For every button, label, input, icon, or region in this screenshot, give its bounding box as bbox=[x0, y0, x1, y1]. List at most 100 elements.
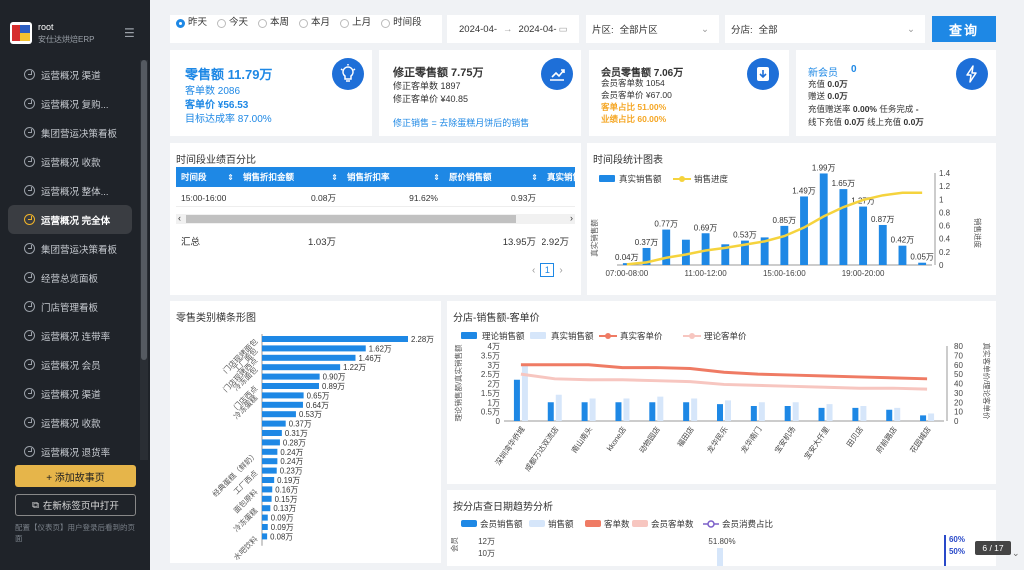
y-tick-left: 3万 bbox=[488, 361, 500, 370]
sidebar-item-label: 集团营运决策看板 bbox=[41, 128, 118, 140]
bar-theory-sales bbox=[852, 407, 859, 421]
period-radio-4[interactable]: 上月 bbox=[340, 17, 371, 29]
bar-theory-sales bbox=[750, 406, 757, 421]
region-label: 片区: bbox=[592, 25, 614, 36]
period-radio-3[interactable]: 本月 bbox=[299, 17, 330, 29]
app-logo bbox=[10, 22, 32, 44]
sidebar-item-12[interactable]: 运营概况 收款 bbox=[0, 408, 140, 437]
next-page-icon[interactable]: › bbox=[559, 265, 562, 276]
current-page[interactable]: 1 bbox=[540, 263, 555, 277]
add-story-button[interactable]: + 添加故事页 bbox=[15, 465, 136, 487]
sidebar-item-10[interactable]: 运营概况 会员 bbox=[0, 350, 140, 379]
sidebar-item-4[interactable]: 运营概况 整体... bbox=[0, 176, 140, 205]
hbar bbox=[262, 336, 408, 342]
sidebar-item-label: 运营概况 复购... bbox=[41, 99, 109, 111]
dashboard-icon bbox=[24, 185, 35, 196]
bar-real-sales bbox=[725, 400, 731, 421]
sidebar-item-2[interactable]: 集团营运决策看板 bbox=[0, 118, 140, 147]
date-from: 2024-04- bbox=[459, 23, 498, 35]
bar-value-label: 0.05万 bbox=[910, 253, 934, 262]
scroll-right-icon[interactable]: › bbox=[570, 213, 573, 223]
sidebar-scrollbar-thumb[interactable] bbox=[141, 60, 147, 360]
hbar bbox=[262, 477, 275, 483]
y-tick-left: 12万 bbox=[478, 537, 495, 546]
period-radio-5[interactable]: 时间段 bbox=[381, 17, 422, 29]
x-tick-label: 田贝店 bbox=[844, 424, 865, 449]
sidebar-item-9[interactable]: 运营概况 连带率 bbox=[0, 321, 140, 350]
hbar-value-label: 1.62万 bbox=[369, 344, 392, 353]
table-header-cell-4[interactable]: 真实销售 bbox=[542, 167, 575, 187]
kpi-gift-rate-label: 充值赠送率 bbox=[808, 104, 851, 114]
chevron-down-icon[interactable]: ⌄ bbox=[1012, 548, 1020, 559]
kpi-recharge-label: 充值 bbox=[808, 79, 826, 89]
table-header-cell-0[interactable]: 时间段 ⇕ bbox=[176, 167, 238, 187]
table-total-cell-2 bbox=[342, 233, 444, 249]
time-table-title: 时间段业绩百分比 bbox=[176, 155, 256, 166]
period-radio-1[interactable]: 今天 bbox=[217, 17, 248, 29]
y-tick-right: 0.4 bbox=[939, 235, 951, 244]
legend-theory-price-label: 理论客单价 bbox=[704, 331, 747, 341]
bar-value-label: 1.65万 bbox=[832, 179, 856, 188]
period-radio-2[interactable]: 本周 bbox=[258, 17, 289, 29]
hbar-value-label: 1.46万 bbox=[358, 354, 381, 363]
sidebar-item-11[interactable]: 运营概况 渠道 bbox=[0, 379, 140, 408]
sidebar-item-3[interactable]: 运营概况 收款 bbox=[0, 147, 140, 176]
hbar bbox=[262, 533, 268, 540]
sort-icon[interactable]: ⇕ bbox=[531, 173, 538, 182]
sidebar-item-0[interactable]: 运营概况 渠道 bbox=[0, 60, 140, 89]
y-tick-left: 0.5万 bbox=[481, 408, 500, 417]
trend-bar bbox=[717, 548, 723, 566]
scroll-left-icon[interactable]: ‹ bbox=[178, 213, 181, 223]
bar-theory-sales bbox=[615, 402, 622, 421]
x-tick-label: 府前路店 bbox=[873, 424, 899, 455]
category-hbar-svg: 2.28万门店现烤面包 1.62万工厂面包 1.46万门店现烤西点 1.22万冷冻面包… bbox=[210, 334, 434, 562]
y-axis-left-label: 理论销售额/真实销售额 bbox=[453, 344, 463, 422]
collapse-menu-icon[interactable]: ☰ bbox=[124, 26, 135, 40]
legend-label-4: 会员消费占比 bbox=[722, 519, 773, 529]
bulb-icon bbox=[332, 58, 364, 90]
sidebar-item-1[interactable]: 运营概况 复购... bbox=[0, 89, 140, 118]
table-scrollbar[interactable]: ‹ › bbox=[176, 213, 575, 224]
bar bbox=[681, 239, 690, 265]
table-header-cell-3[interactable]: 原价销售额 ⇕ bbox=[444, 167, 542, 187]
legend-label-3: 会员客单数 bbox=[651, 519, 694, 529]
hbar-value-label: 2.28万 bbox=[411, 335, 434, 344]
hbar bbox=[262, 354, 356, 361]
table-header-cell-2[interactable]: 销售折扣率 ⇕ bbox=[342, 167, 444, 187]
legend-real-price-label: 真实客单价 bbox=[620, 331, 663, 341]
hbar-value-label: 0.09万 bbox=[271, 514, 294, 523]
period-radio-0[interactable]: 昨天 bbox=[176, 17, 207, 29]
kpi-newmember-value: 0 bbox=[851, 64, 857, 75]
hbar-value-label: 0.31万 bbox=[285, 429, 308, 438]
query-button[interactable]: 查询 bbox=[932, 16, 996, 42]
sidebar-item-5[interactable]: 运营概况 完全体 bbox=[8, 205, 132, 234]
legend-swatch-dot bbox=[679, 176, 685, 182]
branch-label: 分店: bbox=[731, 25, 753, 36]
table-scrollbar-thumb[interactable] bbox=[186, 215, 516, 223]
sidebar-item-label: 运营概况 收款 bbox=[41, 157, 101, 169]
date-range-picker[interactable]: 2024-04- → 2024-04- ▭ bbox=[447, 15, 579, 43]
open-new-tab-button[interactable]: ⧉ 在新标签页中打开 bbox=[15, 494, 136, 516]
y-tick-left: 2.5万 bbox=[481, 370, 500, 379]
sidebar-menu: 运营概况 渠道 运营概况 复购... 集团营运决策看板 运营概况 收款 运营概况 整体.… bbox=[0, 60, 140, 466]
sort-icon[interactable]: ⇕ bbox=[331, 173, 338, 182]
prev-page-icon[interactable]: ‹ bbox=[532, 265, 535, 276]
sort-icon[interactable]: ⇕ bbox=[433, 173, 440, 182]
sidebar-item-6[interactable]: 集团营运决策看板 bbox=[0, 234, 140, 263]
legend-swatch-1 bbox=[529, 520, 545, 527]
sort-icon[interactable]: ⇕ bbox=[227, 173, 234, 182]
sidebar: root 安仕达烘焙ERP ☰ 运营概况 渠道 运营概况 复购... 集团营运决策看… bbox=[0, 0, 150, 570]
bar-value-label: 1.99万 bbox=[812, 163, 836, 172]
sidebar-item-13[interactable]: 运营概况 退货率 bbox=[0, 437, 140, 466]
bar-value-label: 0.37万 bbox=[635, 238, 659, 247]
table-total-cell-4: 12.92万 bbox=[542, 237, 569, 248]
kpi-retail-price: 客单价 ¥56.53 bbox=[185, 100, 249, 111]
region-select[interactable]: 片区: 全部片区 ⌄ bbox=[586, 15, 719, 43]
y-tick-right: 0.6 bbox=[939, 222, 951, 231]
sidebar-item-7[interactable]: 经营总览面板 bbox=[0, 263, 140, 292]
branch-select[interactable]: 分店: 全部 ⌄ bbox=[725, 15, 925, 43]
table-header-cell-1[interactable]: 销售折扣金额 ⇕ bbox=[238, 167, 342, 187]
y-tick-right: 60% bbox=[949, 535, 965, 544]
sidebar-item-8[interactable]: 门店管理看板 bbox=[0, 292, 140, 321]
time-table-row[interactable]: 15:00-16:00 0.08万 91.62% 0.93万 bbox=[176, 189, 575, 207]
